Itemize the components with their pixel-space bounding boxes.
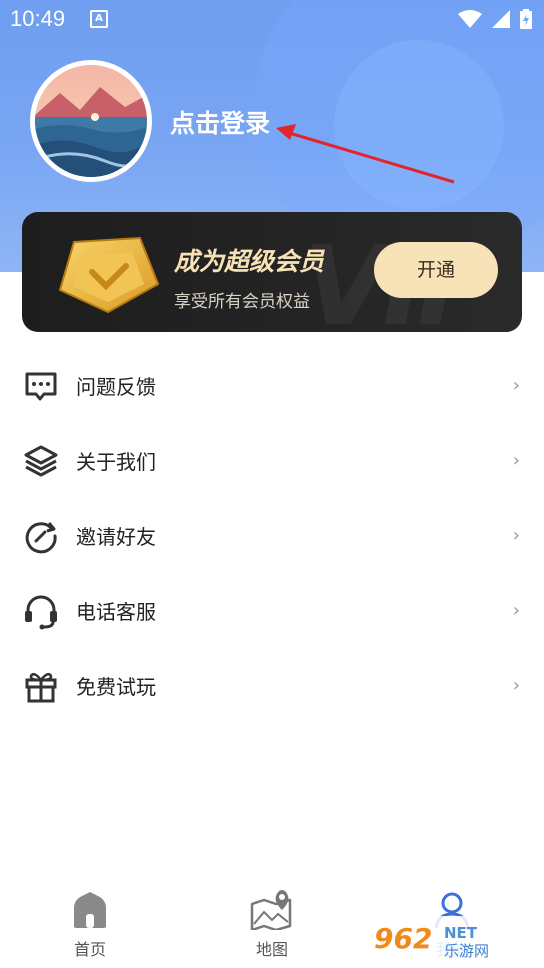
- menu-item-label: 邀请好友: [76, 525, 156, 549]
- watermark-net: NET: [444, 924, 478, 942]
- nav-map-label: 地图: [255, 940, 288, 959]
- battery-icon: [520, 9, 532, 29]
- menu-item-label: 关于我们: [76, 450, 156, 474]
- headset-icon: [25, 595, 57, 629]
- vip-subtitle: 享受所有会员权益: [174, 292, 310, 312]
- notification-icon: A: [90, 10, 108, 28]
- login-link[interactable]: 点击登录: [170, 104, 270, 140]
- menu-list: 问题反馈 › 关于我们 › 邀请好友 › 电话客服 › 免费试玩 ›: [0, 348, 544, 723]
- menu-item-free-trial[interactable]: 免费试玩 ›: [0, 648, 544, 723]
- menu-item-phone-support[interactable]: 电话客服 ›: [0, 573, 544, 648]
- annotation-arrow: [276, 124, 455, 184]
- refresh-icon: [25, 521, 57, 553]
- feedback-icon: [25, 372, 57, 400]
- avatar[interactable]: [30, 60, 152, 182]
- vip-open-button[interactable]: 开通: [374, 242, 498, 298]
- chevron-right-icon: ›: [512, 600, 520, 621]
- chevron-right-icon: ›: [512, 675, 520, 696]
- status-time: 10:49: [10, 6, 66, 31]
- menu-item-label: 电话客服: [76, 600, 156, 624]
- home-icon: [74, 892, 106, 928]
- vip-title: 成为超级会员: [174, 247, 325, 276]
- status-bar: 10:49 A: [0, 0, 544, 36]
- chevron-right-icon: ›: [512, 525, 520, 546]
- menu-item-feedback[interactable]: 问题反馈 ›: [0, 348, 544, 423]
- watermark-brand: 962: [374, 922, 432, 955]
- menu-item-label: 免费试玩: [76, 675, 156, 699]
- site-watermark-logo: 962 NET 乐游网: [366, 916, 538, 960]
- menu-item-invite[interactable]: 邀请好友 ›: [0, 498, 544, 573]
- vip-crown-icon: [58, 236, 160, 314]
- nav-map[interactable]: 地图: [222, 890, 322, 960]
- vip-card[interactable]: VIP 成为超级会员 享受所有会员权益 开通: [22, 212, 522, 332]
- chevron-right-icon: ›: [512, 450, 520, 471]
- menu-item-about[interactable]: 关于我们 ›: [0, 423, 544, 498]
- avatar-image: [35, 65, 147, 177]
- menu-item-label: 问题反馈: [76, 375, 156, 399]
- gift-icon: [25, 672, 57, 702]
- signal-icon: [492, 10, 510, 28]
- nav-home-label: 首页: [73, 940, 106, 959]
- nav-home[interactable]: 首页: [40, 890, 140, 960]
- wifi-icon: [458, 10, 482, 28]
- layers-icon: [24, 445, 58, 476]
- map-icon: [250, 890, 292, 932]
- watermark-site: 乐游网: [444, 942, 489, 960]
- chevron-right-icon: ›: [512, 375, 520, 396]
